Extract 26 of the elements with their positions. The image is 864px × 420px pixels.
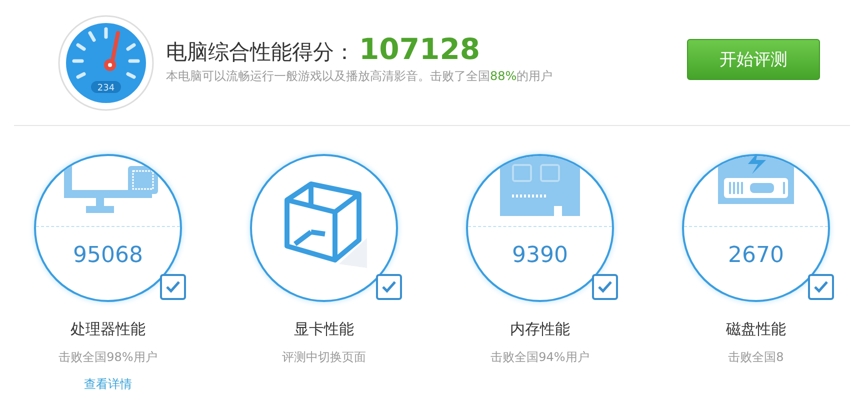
benchmark-title: 显卡性能 [294, 320, 354, 339]
checkbox[interactable] [376, 274, 402, 300]
details-link[interactable]: 查看详情 [84, 376, 132, 393]
benchmark-subtitle: 评测中切换页面 [282, 349, 366, 366]
benchmark-title: 内存性能 [510, 320, 570, 339]
start-test-button[interactable]: 开始评测 [687, 39, 820, 80]
checkmark-icon [381, 280, 397, 294]
checkmark-icon [165, 280, 181, 294]
benchmark-title: 磁盘性能 [726, 320, 786, 339]
benchmark-subtitle: 击败全国8 [728, 349, 784, 366]
benchmark-score: 2670 [728, 243, 784, 268]
gauge-reading: 234 [97, 83, 115, 93]
benchmark-subtitle: 击败全国94%用户 [490, 349, 590, 366]
checkmark-icon [813, 280, 829, 294]
benchmark-subtitle: 击败全国98%用户 [58, 349, 158, 366]
score-title: 电脑综合性能得分： [166, 39, 355, 66]
speedometer-icon [58, 14, 154, 110]
checkmark-icon [597, 280, 613, 294]
total-score: 107128 [359, 32, 480, 66]
score-summary: 本电脑可以流畅运行一般游戏以及播放高清影音。击败了全国88%的用户 [166, 68, 554, 85]
checkbox[interactable] [160, 274, 186, 300]
checkbox[interactable] [592, 274, 618, 300]
benchmark-title: 处理器性能 [70, 320, 146, 339]
checkbox[interactable] [808, 274, 834, 300]
benchmark-score: 9390 [512, 243, 568, 268]
benchmark-score: 95068 [73, 243, 143, 268]
